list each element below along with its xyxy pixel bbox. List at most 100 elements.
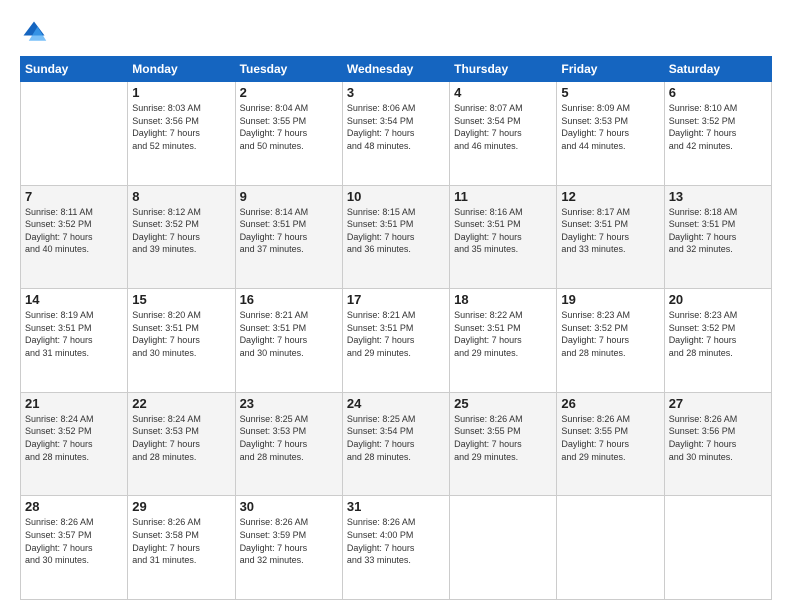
day-number: 19	[561, 292, 659, 307]
calendar-table: SundayMondayTuesdayWednesdayThursdayFrid…	[20, 56, 772, 600]
calendar-cell: 17 Sunrise: 8:21 AM Sunset: 3:51 PM Dayli…	[342, 289, 449, 393]
calendar-cell: 2 Sunrise: 8:04 AM Sunset: 3:55 PM Daylig…	[235, 82, 342, 186]
day-info: Sunrise: 8:15 AM Sunset: 3:51 PM Dayligh…	[347, 206, 445, 256]
calendar-cell	[450, 496, 557, 600]
calendar-cell	[664, 496, 771, 600]
calendar-header-row: SundayMondayTuesdayWednesdayThursdayFrid…	[21, 57, 772, 82]
calendar-cell: 3 Sunrise: 8:06 AM Sunset: 3:54 PM Daylig…	[342, 82, 449, 186]
calendar-cell	[21, 82, 128, 186]
day-info: Sunrise: 8:19 AM Sunset: 3:51 PM Dayligh…	[25, 309, 123, 359]
day-number: 6	[669, 85, 767, 100]
calendar-cell: 12 Sunrise: 8:17 AM Sunset: 3:51 PM Dayli…	[557, 185, 664, 289]
calendar-cell: 21Sunrise: 8:24 AM Sunset: 3:52 PM Dayli…	[21, 392, 128, 496]
calendar-cell: 16 Sunrise: 8:21 AM Sunset: 3:51 PM Dayli…	[235, 289, 342, 393]
day-info: Sunrise: 8:26 AM Sunset: 4:00 PM Dayligh…	[347, 516, 445, 566]
calendar-week-row: 21Sunrise: 8:24 AM Sunset: 3:52 PM Dayli…	[21, 392, 772, 496]
day-info: Sunrise: 8:14 AM Sunset: 3:51 PM Dayligh…	[240, 206, 338, 256]
calendar-cell: 9 Sunrise: 8:14 AM Sunset: 3:51 PM Daylig…	[235, 185, 342, 289]
day-number: 28	[25, 499, 123, 514]
calendar-weekday-wednesday: Wednesday	[342, 57, 449, 82]
calendar-cell: 5 Sunrise: 8:09 AM Sunset: 3:53 PM Daylig…	[557, 82, 664, 186]
calendar-week-row: 14 Sunrise: 8:19 AM Sunset: 3:51 PM Dayli…	[21, 289, 772, 393]
calendar-week-row: 28 Sunrise: 8:26 AM Sunset: 3:57 PM Dayli…	[21, 496, 772, 600]
calendar-cell: 29 Sunrise: 8:26 AM Sunset: 3:58 PM Dayli…	[128, 496, 235, 600]
calendar-cell: 4Sunrise: 8:07 AM Sunset: 3:54 PM Daylig…	[450, 82, 557, 186]
day-info: Sunrise: 8:26 AM Sunset: 3:55 PM Dayligh…	[454, 413, 552, 463]
day-info: Sunrise: 8:26 AM Sunset: 3:56 PM Dayligh…	[669, 413, 767, 463]
day-number: 27	[669, 396, 767, 411]
calendar-weekday-sunday: Sunday	[21, 57, 128, 82]
day-number: 29	[132, 499, 230, 514]
day-info: Sunrise: 8:17 AM Sunset: 3:51 PM Dayligh…	[561, 206, 659, 256]
day-number: 20	[669, 292, 767, 307]
calendar-weekday-friday: Friday	[557, 57, 664, 82]
day-info: Sunrise: 8:21 AM Sunset: 3:51 PM Dayligh…	[347, 309, 445, 359]
day-info: Sunrise: 8:26 AM Sunset: 3:58 PM Dayligh…	[132, 516, 230, 566]
calendar-cell: 27 Sunrise: 8:26 AM Sunset: 3:56 PM Dayli…	[664, 392, 771, 496]
day-number: 17	[347, 292, 445, 307]
day-number: 25	[454, 396, 552, 411]
day-number: 7	[25, 189, 123, 204]
day-info: Sunrise: 8:23 AM Sunset: 3:52 PM Dayligh…	[561, 309, 659, 359]
day-number: 30	[240, 499, 338, 514]
day-info: Sunrise: 8:21 AM Sunset: 3:51 PM Dayligh…	[240, 309, 338, 359]
calendar-week-row: 1 Sunrise: 8:03 AM Sunset: 3:56 PM Daylig…	[21, 82, 772, 186]
day-info: Sunrise: 8:04 AM Sunset: 3:55 PM Dayligh…	[240, 102, 338, 152]
day-number: 22	[132, 396, 230, 411]
day-info: Sunrise: 8:24 AM Sunset: 3:53 PM Dayligh…	[132, 413, 230, 463]
day-number: 12	[561, 189, 659, 204]
day-info: Sunrise: 8:22 AM Sunset: 3:51 PM Dayligh…	[454, 309, 552, 359]
day-info: Sunrise: 8:09 AM Sunset: 3:53 PM Dayligh…	[561, 102, 659, 152]
day-info: Sunrise: 8:25 AM Sunset: 3:53 PM Dayligh…	[240, 413, 338, 463]
day-number: 5	[561, 85, 659, 100]
calendar-cell: 25 Sunrise: 8:26 AM Sunset: 3:55 PM Dayli…	[450, 392, 557, 496]
day-number: 14	[25, 292, 123, 307]
day-info: Sunrise: 8:26 AM Sunset: 3:59 PM Dayligh…	[240, 516, 338, 566]
calendar-cell: 18 Sunrise: 8:22 AM Sunset: 3:51 PM Dayli…	[450, 289, 557, 393]
day-info: Sunrise: 8:12 AM Sunset: 3:52 PM Dayligh…	[132, 206, 230, 256]
calendar-cell: 31 Sunrise: 8:26 AM Sunset: 4:00 PM Dayli…	[342, 496, 449, 600]
calendar-week-row: 7 Sunrise: 8:11 AM Sunset: 3:52 PM Daylig…	[21, 185, 772, 289]
calendar-cell: 14 Sunrise: 8:19 AM Sunset: 3:51 PM Dayli…	[21, 289, 128, 393]
day-number: 13	[669, 189, 767, 204]
day-info: Sunrise: 8:07 AM Sunset: 3:54 PM Dayligh…	[454, 102, 552, 152]
day-info: Sunrise: 8:03 AM Sunset: 3:56 PM Dayligh…	[132, 102, 230, 152]
day-info: Sunrise: 8:25 AM Sunset: 3:54 PM Dayligh…	[347, 413, 445, 463]
day-number: 2	[240, 85, 338, 100]
calendar-cell: 13Sunrise: 8:18 AM Sunset: 3:51 PM Dayli…	[664, 185, 771, 289]
calendar-cell: 20Sunrise: 8:23 AM Sunset: 3:52 PM Dayli…	[664, 289, 771, 393]
day-info: Sunrise: 8:10 AM Sunset: 3:52 PM Dayligh…	[669, 102, 767, 152]
day-info: Sunrise: 8:26 AM Sunset: 3:57 PM Dayligh…	[25, 516, 123, 566]
day-info: Sunrise: 8:20 AM Sunset: 3:51 PM Dayligh…	[132, 309, 230, 359]
page: SundayMondayTuesdayWednesdayThursdayFrid…	[0, 0, 792, 612]
day-number: 10	[347, 189, 445, 204]
day-info: Sunrise: 8:26 AM Sunset: 3:55 PM Dayligh…	[561, 413, 659, 463]
day-number: 9	[240, 189, 338, 204]
day-info: Sunrise: 8:11 AM Sunset: 3:52 PM Dayligh…	[25, 206, 123, 256]
day-number: 1	[132, 85, 230, 100]
calendar-cell: 30 Sunrise: 8:26 AM Sunset: 3:59 PM Dayli…	[235, 496, 342, 600]
logo	[20, 18, 52, 46]
calendar-cell: 28 Sunrise: 8:26 AM Sunset: 3:57 PM Dayli…	[21, 496, 128, 600]
calendar-cell: 22 Sunrise: 8:24 AM Sunset: 3:53 PM Dayli…	[128, 392, 235, 496]
day-number: 16	[240, 292, 338, 307]
calendar-cell: 1 Sunrise: 8:03 AM Sunset: 3:56 PM Daylig…	[128, 82, 235, 186]
day-number: 31	[347, 499, 445, 514]
day-number: 8	[132, 189, 230, 204]
calendar-cell: 23Sunrise: 8:25 AM Sunset: 3:53 PM Dayli…	[235, 392, 342, 496]
day-number: 15	[132, 292, 230, 307]
calendar-cell: 8 Sunrise: 8:12 AM Sunset: 3:52 PM Daylig…	[128, 185, 235, 289]
calendar-cell: 26 Sunrise: 8:26 AM Sunset: 3:55 PM Dayli…	[557, 392, 664, 496]
calendar-cell: 6 Sunrise: 8:10 AM Sunset: 3:52 PM Daylig…	[664, 82, 771, 186]
calendar-weekday-tuesday: Tuesday	[235, 57, 342, 82]
day-number: 18	[454, 292, 552, 307]
day-number: 3	[347, 85, 445, 100]
day-info: Sunrise: 8:06 AM Sunset: 3:54 PM Dayligh…	[347, 102, 445, 152]
day-info: Sunrise: 8:16 AM Sunset: 3:51 PM Dayligh…	[454, 206, 552, 256]
calendar-cell: 7 Sunrise: 8:11 AM Sunset: 3:52 PM Daylig…	[21, 185, 128, 289]
day-info: Sunrise: 8:24 AM Sunset: 3:52 PM Dayligh…	[25, 413, 123, 463]
calendar-cell: 15 Sunrise: 8:20 AM Sunset: 3:51 PM Dayli…	[128, 289, 235, 393]
calendar-cell: 24Sunrise: 8:25 AM Sunset: 3:54 PM Dayli…	[342, 392, 449, 496]
day-number: 26	[561, 396, 659, 411]
calendar-cell: 19 Sunrise: 8:23 AM Sunset: 3:52 PM Dayli…	[557, 289, 664, 393]
